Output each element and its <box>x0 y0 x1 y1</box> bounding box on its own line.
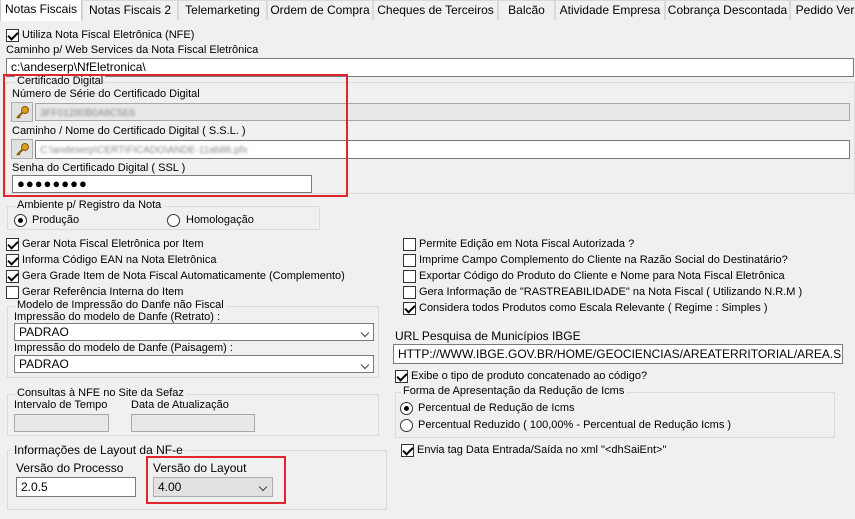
tab-cobranca-descontada[interactable]: Cobrança Descontada <box>665 0 790 20</box>
process-version-input[interactable]: 2.0.5 <box>16 477 136 497</box>
gera-grade-checkbox[interactable] <box>6 270 19 283</box>
danfe-portrait-label: Impressão do modelo de Danfe (Retrato) : <box>14 311 221 323</box>
environment-legend: Ambiente p/ Registro da Nota <box>15 199 164 211</box>
ibge-url-input[interactable]: HTTP://WWW.IBGE.GOV.BR/HOME/GEOCIENCIAS/… <box>393 344 843 364</box>
use-nfe-label: Utiliza Nota Fiscal Eletrônica (NFE) <box>22 29 195 41</box>
danfe-landscape-select[interactable]: PADRAO <box>14 355 374 373</box>
imprime-complemento-label: Imprime Campo Complemento do Cliente na … <box>419 254 788 266</box>
tab-notas-fiscais[interactable]: Notas Fiscais <box>0 0 82 21</box>
producao-label: Produção <box>32 214 80 226</box>
sefaz-interval-label: Intervalo de Tempo <box>14 399 108 411</box>
sefaz-interval-input <box>14 414 109 432</box>
reduction-percent-label: Percentual de Redução de Icms <box>418 402 575 414</box>
permite-edicao-label: Permite Edição em Nota Fiscal Autorizada… <box>419 238 635 250</box>
tab-cheques-de-terceiros[interactable]: Cheques de Terceiros <box>373 0 498 20</box>
send-tag-label: Envia tag Data Entrada/Saída no xml "<dh… <box>417 444 667 456</box>
danfe-landscape-label: Impressão do modelo de Danfe (Paisagem) … <box>14 342 233 354</box>
chevron-down-icon <box>356 324 373 340</box>
tab-notas-fiscais-2[interactable]: Notas Fiscais 2 <box>82 0 178 20</box>
gerar-nfe-por-item-checkbox[interactable] <box>6 238 19 251</box>
sefaz-legend: Consultas à NFE no Site da Sefaz <box>15 387 186 399</box>
certificate-highlight <box>3 74 348 197</box>
sefaz-update-label: Data de Atualização <box>131 399 229 411</box>
reduction-reduced-radio[interactable] <box>400 419 413 432</box>
show-product-type-label: Exibe o tipo de produto concatenado ao c… <box>411 370 648 382</box>
process-version-label: Versão do Processo <box>16 461 124 475</box>
informa-ean-checkbox[interactable] <box>6 254 19 267</box>
tab-bar: Notas Fiscais Notas Fiscais 2 Telemarket… <box>0 0 855 21</box>
rastreabilidade-label: Gera Informação de "RASTREABILIDADE" na … <box>419 286 803 298</box>
permite-edicao-checkbox[interactable] <box>403 238 416 251</box>
escala-relevante-checkbox[interactable] <box>403 302 416 315</box>
send-tag-checkbox[interactable] <box>401 444 414 457</box>
tab-balcao[interactable]: Balcão <box>498 0 555 20</box>
referencia-interna-label: Gerar Referência Interna do Item <box>22 286 184 298</box>
imprime-complemento-checkbox[interactable] <box>403 254 416 267</box>
gerar-nfe-por-item-label: Gerar Nota Fiscal Eletrônica por Item <box>22 238 204 250</box>
danfe-portrait-value: PADRAO <box>19 325 69 339</box>
show-product-type-checkbox[interactable] <box>395 370 408 383</box>
reduction-legend: Forma de Apresentação da Redução de Icms <box>401 385 627 397</box>
tab-atividade-empresa[interactable]: Atividade Empresa <box>555 0 665 20</box>
referencia-interna-checkbox[interactable] <box>6 286 19 299</box>
tab-pedido-ver[interactable]: Pedido Ver <box>790 0 855 20</box>
chevron-down-icon <box>356 356 373 372</box>
layout-version-highlight <box>146 456 286 504</box>
tab-ordem-de-compra[interactable]: Ordem de Compra <box>267 0 373 20</box>
reduction-group <box>395 392 835 438</box>
homologacao-radio[interactable] <box>167 214 180 227</box>
producao-radio[interactable] <box>14 214 27 227</box>
rastreabilidade-checkbox[interactable] <box>403 286 416 299</box>
danfe-portrait-select[interactable]: PADRAO <box>14 323 374 341</box>
tab-telemarketing[interactable]: Telemarketing <box>178 0 267 20</box>
exportar-codigo-label: Exportar Código do Produto do Cliente e … <box>419 270 785 282</box>
use-nfe-checkbox[interactable] <box>6 29 19 42</box>
homologacao-label: Homologação <box>186 214 254 226</box>
reduction-reduced-label: Percentual Reduzido ( 100,00% - Percentu… <box>418 419 732 431</box>
danfe-landscape-value: PADRAO <box>19 357 69 371</box>
ws-path-label: Caminho p/ Web Services da Nota Fiscal E… <box>6 44 259 56</box>
informa-ean-label: Informa Código EAN na Nota Eletrônica <box>22 254 217 266</box>
exportar-codigo-checkbox[interactable] <box>403 270 416 283</box>
sefaz-update-input <box>131 414 255 432</box>
reduction-percent-radio[interactable] <box>400 402 413 415</box>
ibge-label: URL Pesquisa de Municípios IBGE <box>395 329 581 343</box>
gera-grade-label: Gera Grade Item de Nota Fiscal Automatic… <box>22 270 345 282</box>
danfe-legend: Modelo de Impressão do Danfe não Fiscal <box>15 299 226 311</box>
layout-info-legend: Informações de Layout da NF-e <box>12 443 185 457</box>
escala-relevante-label: Considera todos Produtos como Escala Rel… <box>419 302 768 314</box>
